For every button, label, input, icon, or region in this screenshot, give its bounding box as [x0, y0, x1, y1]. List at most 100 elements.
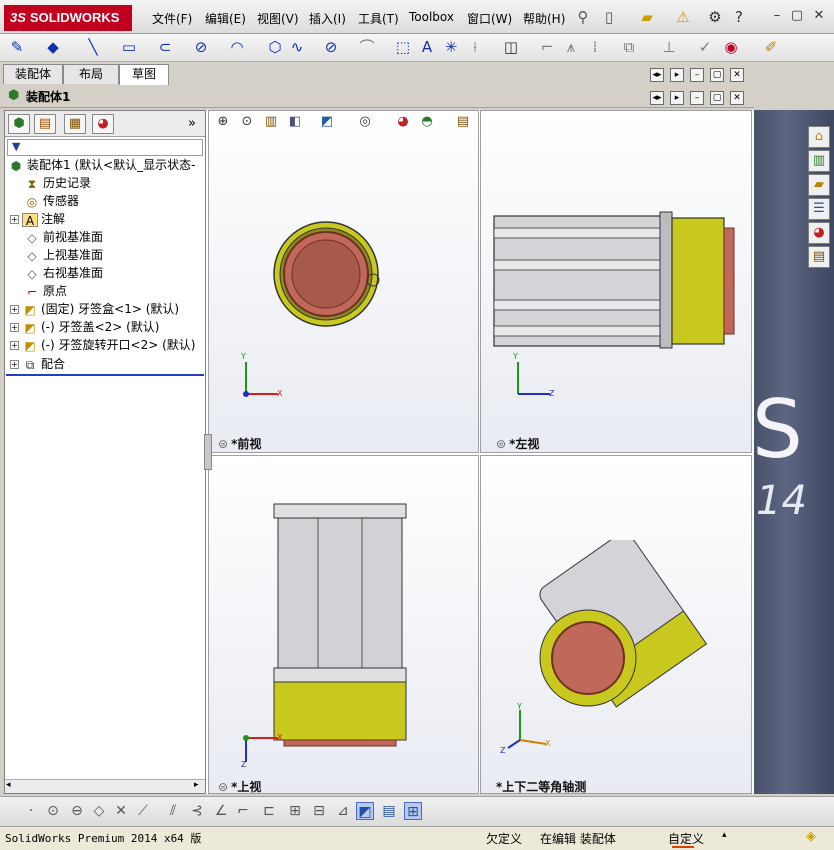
- menu-insert[interactable]: 插入(I): [309, 10, 346, 27]
- quadrant-icon[interactable]: ◇: [90, 802, 108, 820]
- cm-close-button[interactable]: ✕: [730, 68, 744, 82]
- menu-help[interactable]: 帮助(H): [523, 10, 565, 27]
- spline-icon[interactable]: ∿: [288, 38, 306, 56]
- rollback-bar[interactable]: [6, 374, 204, 376]
- doc-next-icon[interactable]: ▸: [670, 91, 684, 105]
- tree-item-mates[interactable]: + ⧉ 配合: [10, 355, 65, 373]
- pin-icon[interactable]: ⚲: [574, 8, 592, 26]
- tree-item-sensors[interactable]: ◎ 传感器: [24, 192, 79, 210]
- view-label-left[interactable]: ⊜ *左视: [496, 435, 539, 452]
- trim-icon[interactable]: ⟊: [466, 38, 484, 56]
- tree-item-right-plane[interactable]: ◇ 右视基准面: [24, 264, 103, 282]
- slot-icon[interactable]: ⊂: [156, 38, 174, 56]
- expand-icon[interactable]: +: [10, 341, 19, 350]
- view-settings-icon[interactable]: ▤: [454, 113, 472, 131]
- horizontal-icon[interactable]: ⊟: [310, 802, 328, 820]
- menu-toolbox[interactable]: Toolbox: [409, 10, 454, 24]
- tab-layout[interactable]: 布局: [63, 64, 119, 84]
- tree-horizontal-scrollbar[interactable]: [5, 779, 205, 793]
- doc-close-button[interactable]: ✕: [730, 91, 744, 105]
- arc-icon[interactable]: ◠: [228, 38, 246, 56]
- help-icon[interactable]: ?: [730, 8, 748, 26]
- convert-entities-icon[interactable]: ◫: [502, 38, 520, 56]
- circle-icon[interactable]: ⊙: [44, 802, 62, 820]
- menu-file[interactable]: 文件(F): [152, 10, 192, 27]
- text-icon[interactable]: A: [418, 38, 436, 56]
- options-warning-icon[interactable]: ⚠: [674, 8, 692, 26]
- rapid-sketch-icon[interactable]: ✐: [762, 38, 780, 56]
- fillet-icon[interactable]: ⊘: [322, 38, 340, 56]
- expand-icon[interactable]: +: [10, 360, 19, 369]
- status-units[interactable]: 自定义: [668, 830, 704, 847]
- zoom-area-icon[interactable]: ⊙: [238, 113, 256, 131]
- single-view-icon[interactable]: ◩: [356, 802, 374, 820]
- tangent-icon[interactable]: ⊖: [68, 802, 86, 820]
- cm-expand-icon[interactable]: ▸: [670, 68, 684, 82]
- view-label-isometric[interactable]: *上下二等角轴测: [496, 778, 586, 795]
- tree-item-top-plane[interactable]: ◇ 上视基准面: [24, 246, 103, 264]
- feature-manager-tab-icon[interactable]: ⬢: [8, 114, 30, 134]
- parallel-icon[interactable]: ⫽: [164, 802, 182, 820]
- vertical-icon[interactable]: ⊿: [334, 802, 352, 820]
- plane-icon[interactable]: ⌒: [358, 38, 376, 56]
- view-orientation-icon[interactable]: ◩: [318, 113, 336, 131]
- offset-icon[interactable]: ⌐: [538, 38, 556, 56]
- appearances-icon[interactable]: ◕: [808, 222, 830, 244]
- restore-button[interactable]: ▢: [790, 9, 804, 23]
- solidworks-logo[interactable]: 3S SOLIDWORKS: [4, 5, 132, 31]
- file-explorer-icon[interactable]: ▰: [808, 174, 830, 196]
- relations-icon[interactable]: ⊥: [660, 38, 678, 56]
- cm-collapse-icon[interactable]: ◂▸: [650, 68, 664, 82]
- doc-restore-button[interactable]: ▢: [710, 91, 724, 105]
- grid-icon[interactable]: ⊏: [260, 802, 278, 820]
- top-view-model[interactable]: [270, 500, 410, 750]
- angle-icon[interactable]: ∠: [212, 802, 230, 820]
- instant2d-icon[interactable]: ◉: [722, 38, 740, 56]
- expand-icon[interactable]: +: [10, 323, 19, 332]
- scroll-right-icon[interactable]: ▸: [194, 780, 199, 790]
- expand-icon[interactable]: +: [10, 305, 19, 314]
- menu-edit[interactable]: 编辑(E): [205, 10, 246, 27]
- cm-minimize-button[interactable]: –: [690, 68, 704, 82]
- two-view-icon[interactable]: ▤: [380, 802, 398, 820]
- home-icon[interactable]: ⌂: [808, 126, 830, 148]
- rectangle-icon[interactable]: ▭: [120, 38, 138, 56]
- expand-icon[interactable]: +: [10, 215, 19, 224]
- menu-tools[interactable]: 工具(T): [358, 10, 399, 27]
- doc-tile-icon[interactable]: ◂▸: [650, 91, 664, 105]
- view-label-front[interactable]: ⊜ *前视: [218, 435, 261, 452]
- length-icon[interactable]: ⊞: [286, 802, 304, 820]
- circle-icon[interactable]: ⊘: [192, 38, 210, 56]
- tree-filter-input[interactable]: ▼: [7, 139, 203, 156]
- tree-root[interactable]: ⬢ 装配体1 (默认<默认_显示状态-: [8, 156, 196, 174]
- four-view-icon[interactable]: ⊞: [404, 802, 422, 820]
- point-icon[interactable]: ·: [22, 802, 40, 820]
- text-box-icon[interactable]: ⬚: [394, 38, 412, 56]
- status-units-arrow-icon[interactable]: ▴: [722, 830, 727, 840]
- new-document-icon[interactable]: ▯: [600, 8, 618, 26]
- tree-item-annotations[interactable]: + A 注解: [10, 210, 65, 228]
- property-manager-tab-icon[interactable]: ▤: [34, 114, 56, 134]
- isometric-model[interactable]: [530, 540, 710, 710]
- polygon-icon[interactable]: ⬡: [266, 38, 284, 56]
- custom-properties-icon[interactable]: ▤: [808, 246, 830, 268]
- zoom-to-fit-icon[interactable]: ⊕: [214, 113, 232, 131]
- perpendicular-icon[interactable]: ⟋: [134, 802, 152, 820]
- gear-icon[interactable]: ⚙: [706, 8, 724, 26]
- hide-show-icon[interactable]: ◎: [356, 113, 374, 131]
- coincident-icon[interactable]: ⊰: [188, 802, 206, 820]
- cm-restore-button[interactable]: ▢: [710, 68, 724, 82]
- sketch-icon[interactable]: ✎: [8, 38, 26, 56]
- line-icon[interactable]: ╲: [84, 38, 102, 56]
- menu-view[interactable]: 视图(V): [257, 10, 299, 27]
- design-library-icon[interactable]: ▥: [808, 150, 830, 172]
- section-view-icon[interactable]: ◧: [286, 113, 304, 131]
- tree-item-part2[interactable]: + ◩ (-) 牙签盖<2> (默认): [10, 318, 159, 336]
- left-view-model[interactable]: [490, 210, 740, 350]
- tree-item-front-plane[interactable]: ◇ 前视基准面: [24, 228, 103, 246]
- previous-view-icon[interactable]: ▥: [262, 113, 280, 131]
- mirror-icon[interactable]: ⩚: [562, 38, 580, 56]
- front-view-model[interactable]: [268, 208, 388, 338]
- tab-assembly[interactable]: 装配体: [3, 64, 63, 84]
- minimize-button[interactable]: –: [770, 9, 784, 23]
